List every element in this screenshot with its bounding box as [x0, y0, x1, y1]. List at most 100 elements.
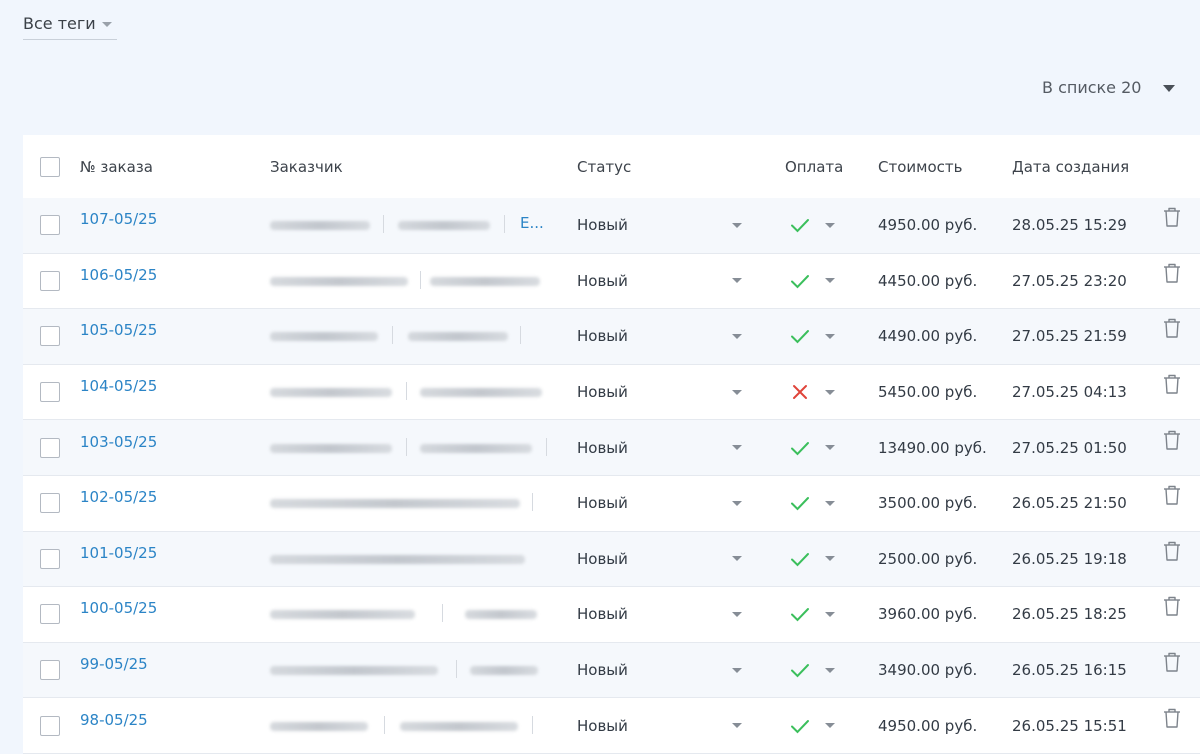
header-created[interactable]: Дата создания	[1012, 135, 1129, 198]
per-page-dropdown[interactable]: В списке 20	[1042, 78, 1176, 97]
order-number-link[interactable]: 99-05/25	[80, 655, 148, 673]
order-number-link[interactable]: 107-05/25	[80, 210, 157, 228]
created-date: 27.05.25 04:13	[1012, 383, 1127, 402]
payment-select[interactable]	[789, 420, 835, 475]
header-status[interactable]: Статус	[577, 135, 631, 198]
trash-icon[interactable]	[1162, 317, 1182, 339]
separator	[420, 270, 421, 289]
table-row: 100-05/25 Новый 3960.00 руб. 26.05.25 18…	[23, 587, 1200, 643]
row-checkbox[interactable]	[40, 604, 60, 625]
trash-icon[interactable]	[1162, 540, 1182, 562]
row-checkbox[interactable]	[40, 715, 60, 736]
header-customer[interactable]: Заказчик	[270, 135, 343, 198]
customer-cell[interactable]	[270, 254, 542, 309]
trash-icon[interactable]	[1162, 707, 1182, 729]
row-checkbox[interactable]	[40, 215, 60, 236]
order-number-link[interactable]: 101-05/25	[80, 544, 157, 562]
customer-cell[interactable]	[270, 532, 542, 587]
payment-select[interactable]	[789, 254, 835, 309]
customer-email-link[interactable]: E...	[520, 214, 544, 232]
payment-select[interactable]	[789, 476, 835, 531]
status-select[interactable]: Новый	[577, 587, 742, 642]
order-number-cell: 98-05/25	[80, 698, 148, 753]
order-number-link[interactable]: 106-05/25	[80, 266, 157, 284]
customer-cell[interactable]	[270, 698, 542, 753]
chevron-down-icon	[732, 222, 742, 228]
tags-filter-dropdown[interactable]: Все теги	[23, 8, 117, 40]
payment-select[interactable]	[789, 643, 835, 698]
row-checkbox[interactable]	[40, 270, 60, 291]
separator	[456, 660, 457, 679]
select-all-checkbox[interactable]	[40, 156, 60, 177]
row-checkbox[interactable]	[40, 493, 60, 514]
trash-icon[interactable]	[1162, 373, 1182, 395]
order-number-link[interactable]: 98-05/25	[80, 711, 148, 729]
trash-icon[interactable]	[1162, 651, 1182, 673]
created-date: 26.05.25 19:18	[1012, 549, 1127, 568]
blurred-text	[270, 610, 415, 620]
row-checkbox[interactable]	[40, 326, 60, 347]
table-row: 103-05/25 Новый 13490.00 руб. 27.05.25 0…	[23, 420, 1200, 476]
order-number-link[interactable]: 103-05/25	[80, 433, 157, 451]
customer-cell[interactable]	[270, 643, 542, 698]
payment-select[interactable]	[789, 587, 835, 642]
cost-cell: 5450.00 руб.	[878, 365, 977, 420]
payment-select[interactable]	[789, 309, 835, 364]
blurred-text	[270, 499, 520, 509]
chevron-down-icon	[732, 611, 742, 617]
status-value: Новый	[577, 383, 628, 402]
header-cost[interactable]: Стоимость	[878, 135, 962, 198]
status-select[interactable]: Новый	[577, 309, 742, 364]
payment-select[interactable]	[789, 532, 835, 587]
status-select[interactable]: Новый	[577, 698, 742, 753]
separator	[520, 326, 521, 345]
order-number-link[interactable]: 100-05/25	[80, 599, 157, 617]
created-date: 26.05.25 21:50	[1012, 494, 1127, 513]
status-select[interactable]: Новый	[577, 254, 742, 309]
order-number-link[interactable]: 105-05/25	[80, 321, 157, 339]
status-select[interactable]: Новый	[577, 532, 742, 587]
status-select[interactable]: Новый	[577, 420, 742, 475]
payment-select[interactable]	[789, 365, 835, 420]
order-cost: 4450.00 руб.	[878, 271, 978, 290]
trash-icon[interactable]	[1162, 484, 1182, 506]
customer-cell[interactable]	[270, 587, 542, 642]
blurred-text	[270, 276, 408, 286]
row-checkbox[interactable]	[40, 437, 60, 458]
delete-cell	[1162, 532, 1182, 587]
chevron-down-icon	[825, 556, 835, 562]
order-number-link[interactable]: 102-05/25	[80, 488, 157, 506]
status-select[interactable]: Новый	[577, 198, 742, 253]
chevron-down-icon	[825, 500, 835, 506]
separator	[383, 215, 384, 234]
status-select[interactable]: Новый	[577, 476, 742, 531]
customer-name-blurred	[270, 382, 542, 401]
customer-cell[interactable]	[270, 476, 542, 531]
row-checkbox[interactable]	[40, 660, 60, 681]
check-icon	[791, 719, 809, 734]
row-checkbox[interactable]	[40, 548, 60, 569]
trash-icon[interactable]	[1162, 595, 1182, 617]
header-payment[interactable]: Оплата	[785, 135, 843, 198]
chevron-down-icon	[825, 222, 835, 228]
customer-cell[interactable]	[270, 309, 542, 364]
status-select[interactable]: Новый	[577, 365, 742, 420]
trash-icon[interactable]	[1162, 429, 1182, 451]
delete-cell	[1162, 254, 1182, 309]
payment-select[interactable]	[789, 198, 835, 253]
order-number-cell: 102-05/25	[80, 476, 157, 531]
status-select[interactable]: Новый	[577, 643, 742, 698]
delete-cell	[1162, 643, 1182, 698]
customer-name-blurred: E...	[270, 214, 544, 234]
trash-icon[interactable]	[1162, 262, 1182, 284]
customer-cell[interactable]: E...	[270, 198, 544, 253]
header-order-no[interactable]: № заказа	[80, 135, 153, 198]
blurred-text	[398, 221, 490, 231]
customer-cell[interactable]	[270, 420, 547, 475]
order-number-link[interactable]: 104-05/25	[80, 377, 157, 395]
customer-cell[interactable]	[270, 365, 542, 420]
row-checkbox[interactable]	[40, 382, 60, 403]
per-page-label: В списке 20	[1042, 78, 1142, 97]
trash-icon[interactable]	[1162, 206, 1182, 228]
payment-select[interactable]	[789, 698, 835, 753]
